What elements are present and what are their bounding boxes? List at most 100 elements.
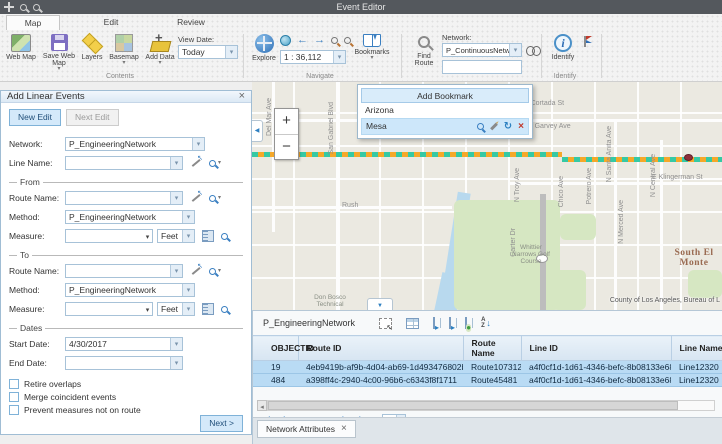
table-row[interactable]: 484 a398ff4c-2940-4c00-96b6-c6343f8f1711… (253, 374, 722, 387)
table-row[interactable]: 19 4eb9419b-af9b-4d04-ab69-1d493476802b … (253, 361, 722, 374)
zoom-to-from-measure-icon[interactable] (221, 233, 228, 240)
bookmarks-button[interactable]: Bookmarks ▾ (352, 34, 392, 61)
from-route-name-select[interactable] (65, 191, 183, 205)
scale-caret-icon[interactable] (333, 51, 345, 63)
tab-review[interactable]: Review (162, 15, 220, 30)
add-bookmark-button[interactable]: Add Bookmark (361, 88, 529, 103)
line-name-select[interactable] (65, 156, 183, 170)
table-hscrollbar[interactable] (257, 400, 715, 411)
col-route-id[interactable]: Route ID (298, 336, 463, 361)
bookmark-item-arizona[interactable]: Arizona (361, 103, 529, 118)
collapse-panel-button[interactable] (252, 120, 263, 142)
prevent-measures-checkbox[interactable] (9, 405, 19, 415)
find-route-network-caret-icon[interactable] (509, 44, 521, 56)
clear-selection-icon[interactable]: ▸ (449, 318, 451, 328)
from-measure-ruler-icon[interactable] (202, 230, 214, 242)
scroll-left-icon[interactable] (257, 400, 267, 411)
pick-to-route-icon[interactable] (190, 265, 202, 277)
basemap-caret-icon[interactable]: ▾ (122, 61, 125, 66)
scale-select[interactable]: 1 : 36,112 (280, 50, 346, 64)
start-date-caret-icon[interactable] (170, 338, 182, 350)
col-line-id[interactable]: Line ID (521, 336, 671, 361)
bookmark-item-mesa[interactable]: Mesa ↻ × (361, 118, 529, 135)
open-table-icon[interactable] (406, 318, 419, 329)
panel-close-icon[interactable]: × (239, 91, 245, 102)
sort-icon[interactable]: AZ↓ (481, 317, 491, 329)
tab-map[interactable]: Map (6, 15, 60, 30)
scrollbar-thumb[interactable] (268, 401, 678, 410)
collapse-table-button[interactable] (367, 298, 393, 310)
from-units-caret-icon[interactable] (182, 230, 194, 242)
to-measure-caret-icon[interactable] (143, 304, 152, 314)
next-button[interactable]: Next > (200, 415, 243, 432)
zoom-to-from-route-button[interactable]: ▾ (209, 195, 221, 202)
end-date-caret-icon[interactable] (170, 357, 182, 369)
tab-close-icon[interactable]: × (341, 424, 347, 434)
network-select[interactable]: P_EngineeringNetwork (65, 137, 205, 151)
zoom-to-line-button[interactable]: ▾ (209, 160, 221, 167)
select-features-icon[interactable] (379, 318, 392, 329)
save-web-map-button[interactable]: Save Web Map ▾ (41, 34, 77, 72)
pick-line-on-map-icon[interactable] (190, 157, 202, 169)
to-measure-ruler-icon[interactable] (202, 303, 214, 315)
to-method-caret-icon[interactable] (182, 284, 194, 296)
merge-coincident-checkbox[interactable] (9, 392, 19, 402)
zoom-to-to-route-button[interactable]: ▾ (209, 268, 221, 275)
full-extent-icon[interactable] (280, 35, 291, 46)
binoculars-icon[interactable] (526, 45, 541, 55)
map-zoom-in-icon[interactable] (331, 37, 338, 44)
tab-edit[interactable]: Edit (84, 15, 138, 30)
col-route-name[interactable]: Route Name (463, 336, 521, 361)
previous-extent-icon[interactable]: ← (297, 35, 308, 46)
from-method-caret-icon[interactable] (182, 211, 194, 223)
col-objectid[interactable]: OBJECTID (253, 336, 298, 361)
from-units-select[interactable]: Feet (157, 229, 195, 243)
to-route-caret-icon[interactable] (170, 265, 182, 277)
start-date-input[interactable]: 4/30/2017 (65, 337, 183, 351)
zoom-to-to-measure-icon[interactable] (221, 306, 228, 313)
layers-button[interactable]: Layers (76, 34, 108, 61)
next-edit-button[interactable]: Next Edit (66, 109, 119, 126)
to-route-name-select[interactable] (65, 264, 183, 278)
end-date-input[interactable] (65, 356, 183, 370)
bookmark-delete-icon[interactable]: × (518, 122, 524, 132)
from-route-caret-icon[interactable] (170, 192, 182, 204)
to-units-select[interactable]: Feet (157, 302, 195, 316)
tab-network-attributes[interactable]: Network Attributes × (257, 420, 356, 438)
to-method-select[interactable]: P_EngineeringNetwork (65, 283, 195, 297)
bookmark-edit-icon[interactable] (490, 123, 498, 131)
zoom-out-icon[interactable] (33, 4, 40, 11)
to-units-caret-icon[interactable] (182, 303, 194, 315)
basemap-button[interactable]: Basemap ▾ (106, 34, 142, 66)
next-extent-icon[interactable]: → (314, 35, 325, 46)
from-measure-input[interactable] (65, 229, 153, 243)
from-method-select[interactable]: P_EngineeringNetwork (65, 210, 195, 224)
zoom-to-selected-icon[interactable]: ▸ (433, 318, 435, 328)
pick-from-route-icon[interactable] (190, 192, 202, 204)
save-web-map-caret-icon[interactable]: ▾ (57, 67, 60, 72)
retire-overlaps-checkbox[interactable] (9, 379, 19, 389)
col-line-name[interactable]: Line Name (671, 336, 722, 361)
zoom-in-icon[interactable] (20, 4, 27, 11)
new-edit-button[interactable]: New Edit (9, 109, 61, 126)
switch-selection-icon[interactable]: ● (465, 318, 467, 328)
to-measure-input[interactable] (65, 302, 153, 316)
map-zoom-out-button[interactable]: − (275, 134, 298, 159)
explore-button[interactable]: Explore (249, 34, 279, 62)
locate-pin-icon[interactable] (580, 36, 590, 48)
view-date-caret-icon[interactable] (225, 46, 237, 58)
find-route-input[interactable] (442, 60, 522, 74)
web-map-button[interactable]: Web Map (3, 34, 39, 61)
bookmarks-caret-icon[interactable]: ▾ (370, 56, 373, 61)
identify-button[interactable]: Identify (546, 34, 580, 61)
from-measure-caret-icon[interactable] (143, 231, 152, 241)
line-name-caret-icon[interactable] (170, 157, 182, 169)
bookmark-zoom-icon[interactable] (477, 123, 484, 130)
add-data-caret-icon[interactable]: ▾ (158, 61, 161, 66)
bookmark-refresh-icon[interactable]: ↻ (504, 122, 512, 132)
view-date-select[interactable]: Today (178, 45, 238, 59)
find-route-button[interactable]: Find Route (408, 34, 440, 67)
map-zoom-in-button[interactable]: + (275, 109, 298, 134)
pan-icon[interactable] (4, 2, 14, 12)
network-caret-icon[interactable] (192, 138, 204, 150)
